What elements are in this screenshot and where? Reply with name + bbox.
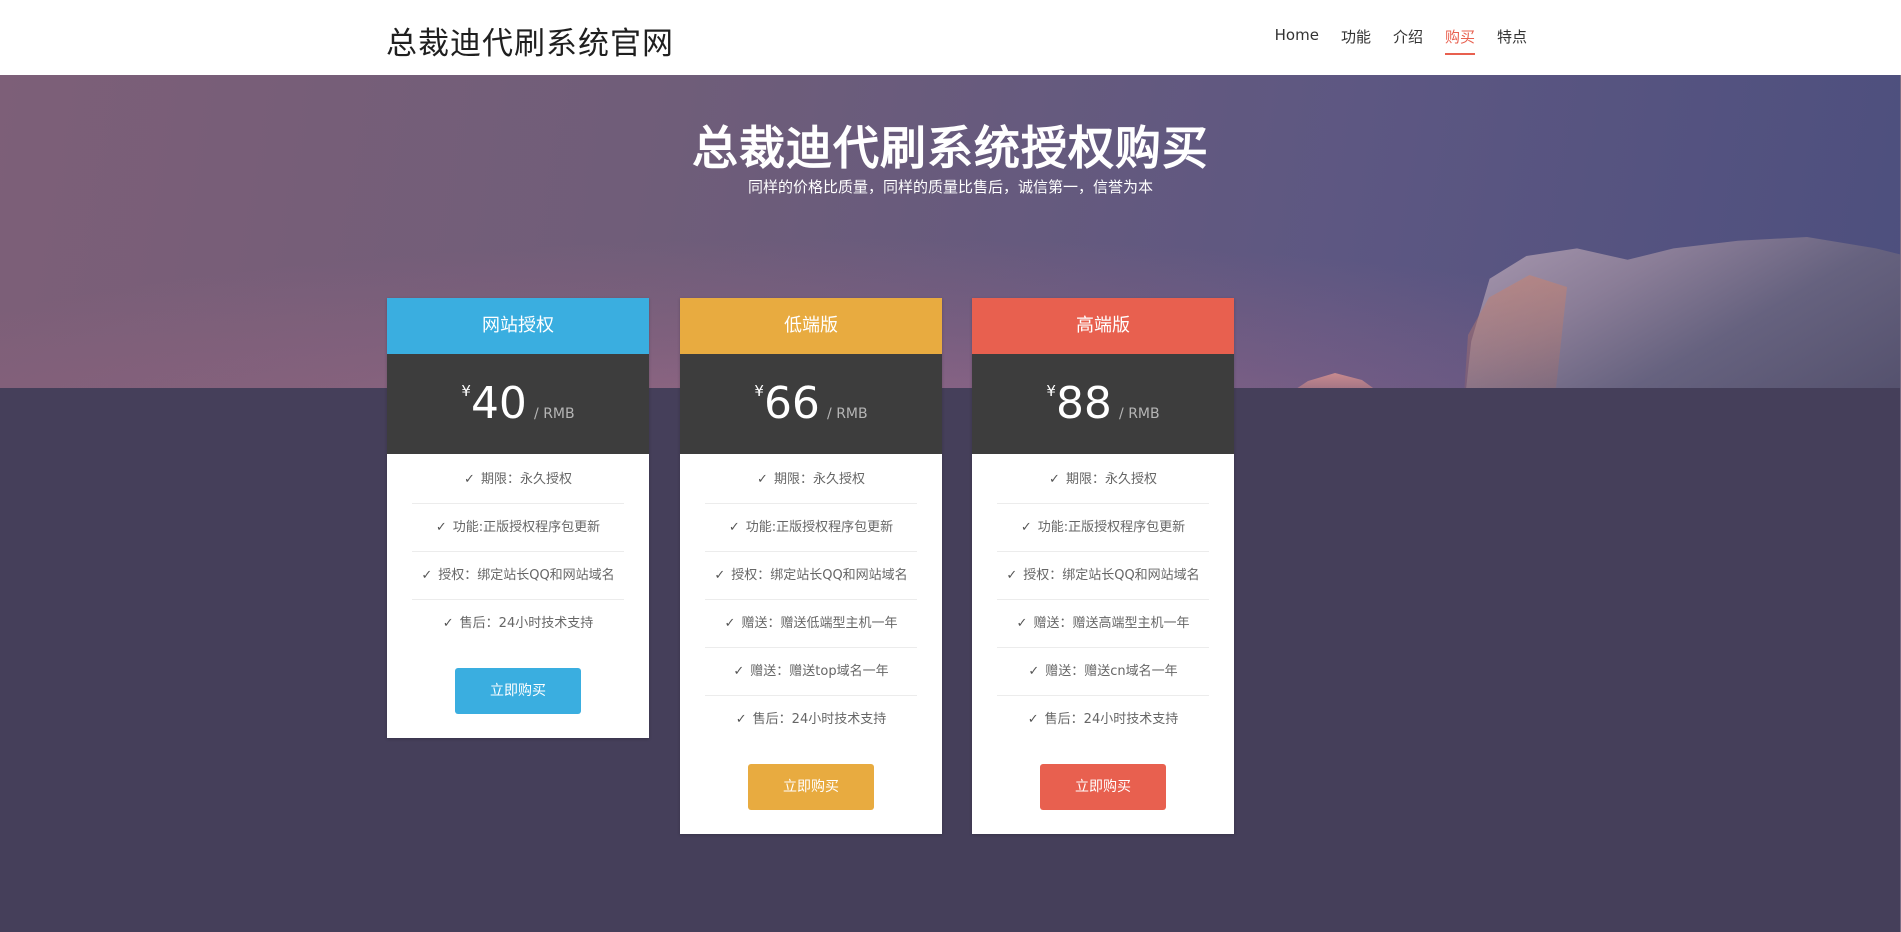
check-icon: ✓: [724, 616, 736, 631]
card-price-band: ¥40 / RMB: [387, 354, 649, 454]
feature-item: ✓ 售后：24小时技术支持: [1027, 712, 1179, 727]
feature-item: ✓ 赠送：赠送低端型主机一年: [705, 600, 917, 648]
check-icon: ✓: [728, 520, 740, 535]
nav-home[interactable]: Home: [1275, 26, 1319, 53]
check-icon: ✓: [1016, 616, 1028, 631]
card-header: 高端版: [972, 298, 1234, 354]
pricing-card-basic: 低端版 ¥66 / RMB ✓ 期限：永久授权 ✓ 功能:正版授权程序包更新 ✓ 授权…: [680, 298, 942, 834]
check-icon: ✓: [714, 568, 726, 583]
check-icon: ✓: [1049, 472, 1060, 487]
feature-item: ✓ 赠送：赠送top域名一年: [705, 648, 917, 696]
currency-symbol: ¥: [1046, 382, 1056, 400]
nav-highlights[interactable]: 特点: [1497, 26, 1527, 53]
buy-now-button[interactable]: 立即购买: [748, 764, 874, 810]
feature-item: ✓ 期限：永久授权: [705, 456, 917, 504]
price-amount: 40: [470, 378, 527, 429]
feature-list: ✓ 期限：永久授权 ✓ 功能:正版授权程序包更新 ✓ 授权：绑定站长QQ和网站域名 ✓…: [387, 454, 649, 647]
nav-intro[interactable]: 介绍: [1393, 26, 1423, 53]
site-brand[interactable]: 总裁迪代刷系统官网: [386, 18, 674, 63]
feature-item: ✓ 期限：永久授权: [412, 456, 624, 504]
price-unit: / RMB: [1119, 406, 1160, 422]
check-icon: ✓: [435, 520, 447, 535]
check-icon: ✓: [733, 664, 745, 679]
feature-item: ✓ 功能:正版授权程序包更新: [705, 504, 917, 552]
check-icon: ✓: [1028, 664, 1040, 679]
feature-item: ✓ 功能:正版授权程序包更新: [997, 504, 1209, 552]
pricing-card-site-license: 网站授权 ¥40 / RMB ✓ 期限：永久授权 ✓ 功能:正版授权程序包更新 ✓ 授…: [387, 298, 649, 738]
price-unit: / RMB: [534, 406, 575, 422]
check-icon: ✓: [757, 472, 768, 487]
feature-item: ✓ 售后：24小时技术支持: [442, 616, 594, 631]
feature-item: ✓ 功能:正版授权程序包更新: [412, 504, 624, 552]
check-icon: ✓: [421, 568, 433, 583]
check-icon: ✓: [1027, 712, 1039, 727]
check-icon: ✓: [1020, 520, 1032, 535]
feature-item: ✓ 授权：绑定站长QQ和网站域名: [412, 552, 624, 600]
hero-title: 总裁迪代刷系统授权购买: [692, 121, 1209, 175]
card-header: 低端版: [680, 298, 942, 354]
card-header: 网站授权: [387, 298, 649, 354]
check-icon: ✓: [442, 616, 454, 631]
feature-list: ✓ 期限：永久授权 ✓ 功能:正版授权程序包更新 ✓ 授权：绑定站长QQ和网站域名 ✓…: [972, 454, 1234, 743]
currency-symbol: ¥: [461, 382, 471, 400]
top-navbar: 总裁迪代刷系统官网 Home 功能 介绍 购买 特点: [0, 0, 1901, 75]
buy-now-button[interactable]: 立即购买: [1040, 764, 1166, 810]
feature-item: ✓ 赠送：赠送高端型主机一年: [997, 600, 1209, 648]
feature-item: ✓ 授权：绑定站长QQ和网站域名: [997, 552, 1209, 600]
currency-symbol: ¥: [754, 382, 764, 400]
hero-subtitle: 同样的价格比质量，同样的质量比售后，诚信第一，信誉为本: [747, 178, 1153, 196]
nav-features[interactable]: 功能: [1341, 26, 1371, 53]
check-icon: ✓: [735, 712, 747, 727]
price-amount: 88: [1055, 378, 1112, 429]
feature-list: ✓ 期限：永久授权 ✓ 功能:正版授权程序包更新 ✓ 授权：绑定站长QQ和网站域名 ✓…: [680, 454, 942, 743]
feature-item: ✓ 售后：24小时技术支持: [735, 712, 887, 727]
buy-now-button[interactable]: 立即购买: [455, 668, 581, 714]
check-icon: ✓: [1006, 568, 1018, 583]
nav-buy[interactable]: 购买: [1444, 26, 1475, 55]
price-amount: 66: [763, 378, 820, 429]
pricing-card-premium: 高端版 ¥88 / RMB ✓ 期限：永久授权 ✓ 功能:正版授权程序包更新 ✓ 授权…: [972, 298, 1234, 834]
price-unit: / RMB: [827, 406, 868, 422]
card-price-band: ¥66 / RMB: [680, 354, 942, 454]
main-nav: Home 功能 介绍 购买 特点: [1275, 26, 1527, 55]
feature-item: ✓ 期限：永久授权: [997, 456, 1209, 504]
feature-item: ✓ 授权：绑定站长QQ和网站域名: [705, 552, 917, 600]
feature-item: ✓ 赠送：赠送cn域名一年: [997, 648, 1209, 696]
card-price-band: ¥88 / RMB: [972, 354, 1234, 454]
check-icon: ✓: [464, 472, 475, 487]
